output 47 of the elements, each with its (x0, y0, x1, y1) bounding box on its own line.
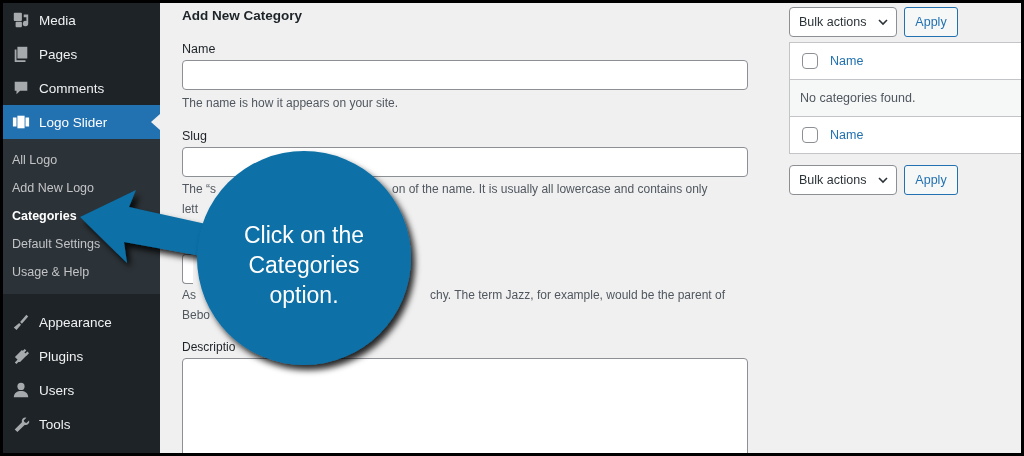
submenu-item[interactable]: Add New Logo (12, 174, 94, 202)
menu-item[interactable]: Pages (0, 37, 160, 71)
menu-item[interactable]: Media (0, 3, 160, 37)
empty-message: No categories found. (800, 91, 916, 105)
help-text: on of the name. It is usually all lowercase and contains only (392, 181, 708, 198)
name-field[interactable] (182, 60, 748, 90)
user-icon (12, 381, 30, 399)
caret-icon (878, 18, 888, 26)
menu-item[interactable]: Comments (0, 71, 160, 105)
field-label: Descriptio (182, 339, 236, 356)
help-text: As (182, 287, 196, 304)
submenu-item[interactable]: Categories (12, 202, 77, 230)
callout-text: Click on the Categories option. (242, 221, 366, 310)
column-header[interactable]: Name (830, 128, 864, 142)
bulk-actions-select[interactable]: Bulk actions (789, 165, 897, 195)
wrench-icon (12, 415, 30, 433)
submenu-item[interactable]: Default Settings (12, 230, 101, 258)
parent-select[interactable] (182, 254, 193, 284)
apply-button[interactable]: Apply (904, 7, 958, 37)
slides-icon (12, 113, 30, 131)
help-text: lett (182, 201, 198, 218)
help-text: chy. The term Jazz, for example, would be the parent of (430, 287, 726, 304)
media-icon (12, 11, 30, 29)
current-pointer (151, 114, 160, 130)
column-header[interactable]: Name (830, 54, 864, 68)
field-label: Slug (182, 128, 209, 145)
description-field[interactable] (182, 358, 748, 456)
pages-icon (12, 45, 30, 63)
menu-item[interactable]: Users (0, 373, 160, 407)
checkbox[interactable] (802, 127, 818, 143)
bulk-actions-select[interactable]: Bulk actions (789, 7, 897, 37)
menu-item[interactable]: Appearance (0, 305, 160, 339)
apply-button[interactable]: Apply (904, 165, 958, 195)
checkbox[interactable] (802, 53, 818, 69)
help-text: Bebo (182, 307, 211, 324)
help-text: The name is how it appears on your site. (182, 95, 400, 112)
brush-icon (12, 313, 30, 331)
submenu-item[interactable]: Usage & Help (12, 258, 90, 286)
help-text: The “s (182, 181, 216, 198)
section-heading: Add New Category (182, 7, 304, 25)
submenu-item[interactable]: All Logo (12, 146, 58, 174)
caret-icon (878, 176, 888, 184)
menu-item[interactable]: Plugins (0, 339, 160, 373)
menu-item[interactable]: Tools (0, 407, 160, 441)
menu-item[interactable]: Logo Slider (0, 105, 160, 139)
plug-icon (12, 347, 30, 365)
field-label: Name (182, 41, 217, 58)
